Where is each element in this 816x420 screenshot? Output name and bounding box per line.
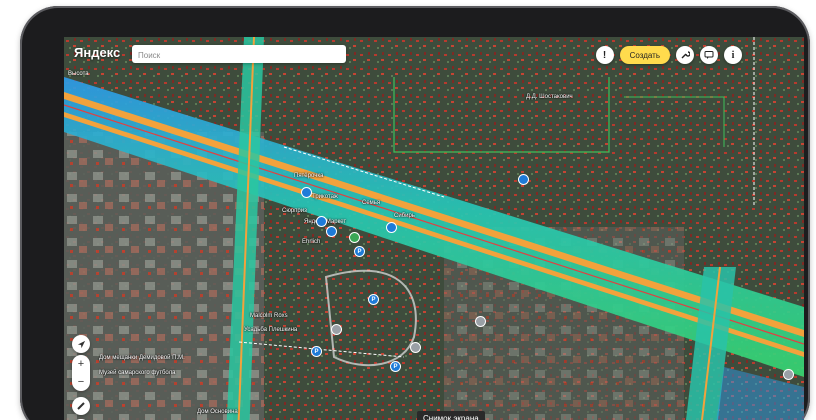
wrench-icon — [681, 51, 690, 59]
shop-pin-icon[interactable] — [519, 175, 528, 184]
feedback-button[interactable] — [700, 46, 718, 64]
map-screen[interactable]: Яндекс Высота ! Создать i Д.Д. Шостакови… — [64, 37, 804, 420]
height-label: Высота — [68, 71, 89, 77]
shop-pin-icon[interactable] — [387, 223, 396, 232]
search-input[interactable] — [132, 46, 344, 65]
search-bar[interactable] — [132, 45, 346, 65]
map-controls — [72, 335, 90, 353]
map-label[interactable]: Трикотаж — [312, 194, 338, 200]
shop-pin-icon[interactable] — [302, 188, 311, 197]
ruler-icon — [77, 402, 85, 410]
locate-button[interactable] — [72, 335, 90, 353]
map-label[interactable]: Malcolm Roxs — [250, 313, 288, 319]
map-label[interactable]: Ehrlich — [302, 239, 320, 245]
map-label[interactable]: Сибирь — [394, 213, 415, 219]
shop-pin-icon[interactable] — [317, 217, 326, 226]
map-label[interactable]: Семья — [362, 200, 380, 206]
ruler-control — [72, 397, 90, 415]
zoom-controls: + − — [72, 355, 90, 391]
satellite-map[interactable] — [64, 37, 804, 420]
tablet-frame: Яндекс Высота ! Создать i Д.Д. Шостакови… — [20, 6, 810, 420]
building-pin-icon[interactable] — [332, 325, 341, 334]
screenshot-tooltip: Снимок экрана — [417, 411, 485, 420]
map-label[interactable]: Дом мещанки Демидовой П.М. — [99, 355, 185, 361]
yandex-logo[interactable]: Яндекс — [74, 45, 120, 60]
alert-button[interactable]: ! — [595, 46, 614, 64]
zoom-out-button[interactable]: − — [72, 373, 90, 391]
parking-pin-icon[interactable]: P — [369, 295, 378, 304]
info-button[interactable]: i — [724, 46, 742, 64]
ruler-button[interactable] — [72, 397, 90, 415]
park-pin-icon[interactable] — [350, 233, 359, 242]
alert-icon: ! — [602, 49, 607, 61]
building-pin-icon[interactable] — [784, 370, 793, 379]
map-label[interactable]: Дом Основина — [197, 409, 238, 415]
map-label[interactable]: Пятёрочка — [294, 173, 323, 179]
top-toolbar: ! Создать i — [595, 45, 742, 65]
create-button[interactable]: Создать — [619, 46, 670, 64]
parking-pin-icon[interactable]: P — [355, 247, 364, 256]
map-label[interactable]: Усадьба Плешкина — [244, 327, 297, 333]
building-pin-icon[interactable] — [411, 343, 420, 352]
location-arrow-icon — [77, 340, 85, 348]
zoom-in-button[interactable]: + — [72, 355, 90, 373]
building-pin-icon[interactable] — [476, 317, 485, 326]
tools-button[interactable] — [676, 46, 694, 64]
map-label[interactable]: Музей самарского футбола — [99, 370, 175, 376]
parking-pin-icon[interactable]: P — [391, 362, 400, 371]
message-icon — [704, 51, 714, 59]
map-label[interactable]: Сюрприз — [282, 208, 307, 214]
info-icon: i — [731, 49, 735, 61]
shop-pin-icon[interactable] — [327, 227, 336, 236]
map-label[interactable]: Д.Д. Шостакович — [526, 94, 573, 100]
parking-pin-icon[interactable]: P — [312, 347, 321, 356]
